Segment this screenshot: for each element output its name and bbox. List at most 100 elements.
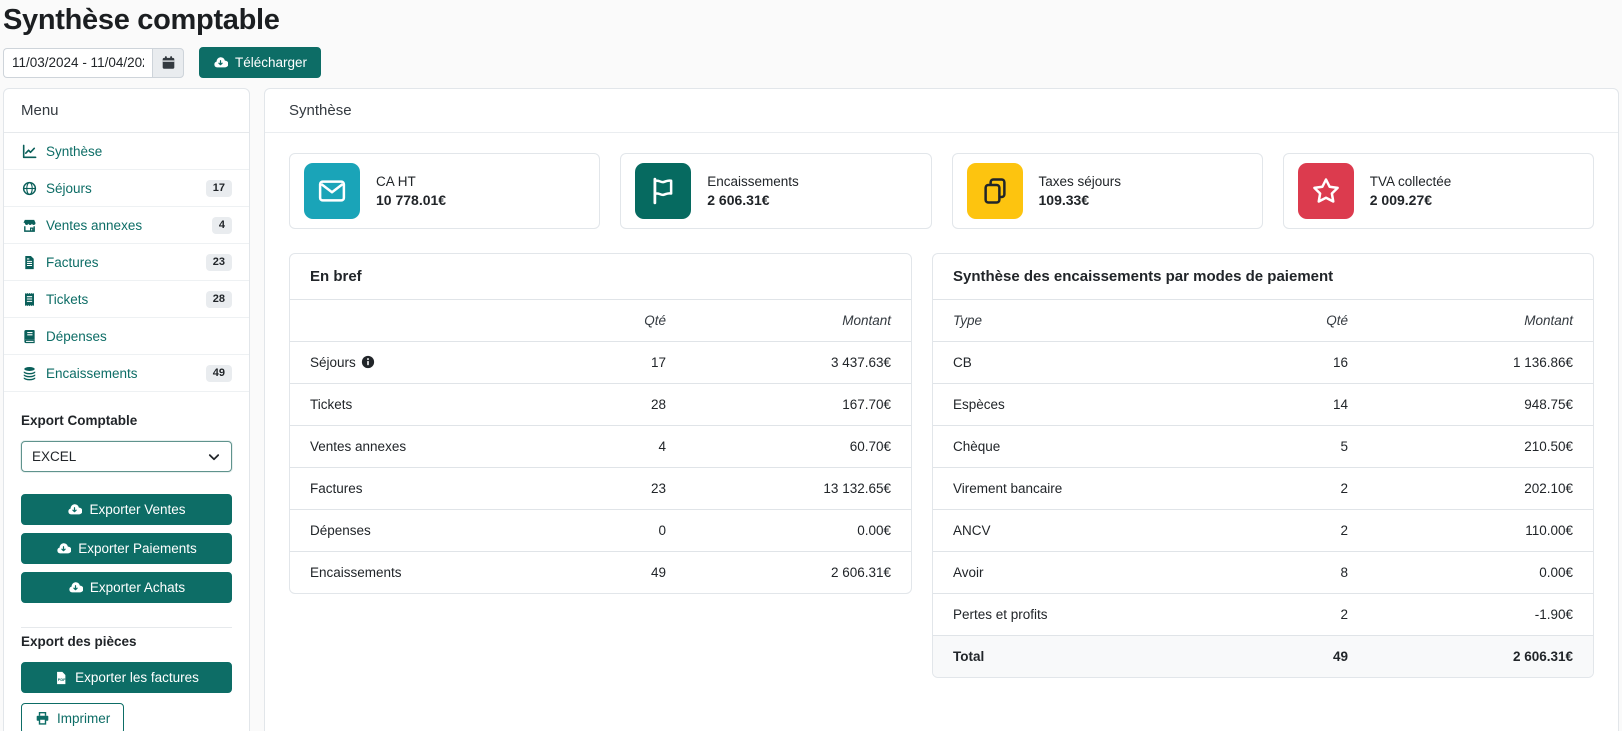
row-qty: 49 xyxy=(1198,636,1368,678)
row-amount: 167.70€ xyxy=(686,384,911,426)
row-label: Espèces xyxy=(933,384,1198,426)
export-button[interactable]: Exporter Paiements xyxy=(21,533,232,564)
chevron-down-icon xyxy=(207,450,221,464)
row-qty: 8 xyxy=(1198,552,1368,594)
row-label: Factures xyxy=(310,481,363,496)
table-row: Pertes et profits 2 -1.90€ xyxy=(933,594,1593,636)
sidebar-menu-item[interactable]: Dépenses xyxy=(4,318,249,355)
book-icon xyxy=(21,329,37,344)
row-amount: -1.90€ xyxy=(1368,594,1593,636)
copy-icon xyxy=(967,163,1023,219)
row-amount: 202.10€ xyxy=(1368,468,1593,510)
count-badge: 23 xyxy=(206,254,232,271)
row-amount: 3 437.63€ xyxy=(686,342,911,384)
sidebar-menu-item[interactable]: Ventes annexes 4 xyxy=(4,207,249,244)
row-label: Virement bancaire xyxy=(933,468,1198,510)
page-title: Synthèse comptable xyxy=(3,4,1619,37)
col-montant: Montant xyxy=(1368,300,1593,342)
sidebar-item-label: Encaissements xyxy=(46,366,138,381)
col-qty: Qté xyxy=(516,300,686,342)
row-amount: 0.00€ xyxy=(686,510,911,552)
stat-card-label: CA HT xyxy=(376,174,446,189)
count-badge: 28 xyxy=(206,291,232,308)
en-bref-table: Qté Montant Séjours 17 3 437.63€ xyxy=(290,299,911,593)
sidebar: Menu Synthèse Séjours 17 Ventes annexes … xyxy=(3,88,250,731)
calendar-icon xyxy=(161,55,176,70)
row-amount: 2 606.31€ xyxy=(686,552,911,594)
info-icon[interactable] xyxy=(361,355,375,369)
export-pieces-heading: Export des pièces xyxy=(21,634,232,649)
stat-card-value: 2 606.31€ xyxy=(707,192,799,208)
row-label: Pertes et profits xyxy=(933,594,1198,636)
row-qty: 2 xyxy=(1198,510,1368,552)
row-label: CB xyxy=(933,342,1198,384)
store-icon xyxy=(21,218,37,233)
stat-card-label: Taxes séjours xyxy=(1039,174,1122,189)
row-label: Séjours xyxy=(310,355,356,370)
star-icon xyxy=(1298,163,1354,219)
stat-card-value: 109.33€ xyxy=(1039,192,1122,208)
table-row: ANCV 2 110.00€ xyxy=(933,510,1593,552)
flag-icon xyxy=(635,163,691,219)
row-amount: 60.70€ xyxy=(686,426,911,468)
chart-line-icon xyxy=(21,144,37,159)
table-row: Tickets 28 167.70€ xyxy=(290,384,911,426)
row-label: Ventes annexes xyxy=(310,439,406,454)
table-row: Factures 23 13 132.65€ xyxy=(290,468,911,510)
row-amount: 210.50€ xyxy=(1368,426,1593,468)
stat-card-value: 2 009.27€ xyxy=(1370,192,1452,208)
sidebar-item-label: Séjours xyxy=(46,181,92,196)
stat-card: CA HT 10 778.01€ xyxy=(289,153,600,229)
cloud-download-icon xyxy=(68,580,83,595)
payments-title: Synthèse des encaissements par modes de … xyxy=(933,254,1593,299)
page-head: Synthèse comptable xyxy=(0,0,1622,37)
row-qty: 5 xyxy=(1198,426,1368,468)
print-button-label: Imprimer xyxy=(57,711,110,726)
toolbar: Télécharger xyxy=(0,47,1622,78)
table-row: Espèces 14 948.75€ xyxy=(933,384,1593,426)
export-button[interactable]: Exporter Ventes xyxy=(21,494,232,525)
export-format-value: EXCEL xyxy=(32,449,76,464)
row-amount: 110.00€ xyxy=(1368,510,1593,552)
row-qty: 2 xyxy=(1198,468,1368,510)
row-qty: 28 xyxy=(516,384,686,426)
table-row: Dépenses 0 0.00€ xyxy=(290,510,911,552)
print-button[interactable]: Imprimer xyxy=(21,703,124,731)
stat-card: TVA collectée 2 009.27€ xyxy=(1283,153,1594,229)
col-type: Type xyxy=(933,300,1198,342)
col-montant: Montant xyxy=(686,300,911,342)
payments-table-card: Synthèse des encaissements par modes de … xyxy=(932,253,1594,678)
row-qty: 14 xyxy=(1198,384,1368,426)
row-qty: 23 xyxy=(516,468,686,510)
sidebar-item-label: Dépenses xyxy=(46,329,107,344)
sidebar-menu-item[interactable]: Factures 23 xyxy=(4,244,249,281)
export-format-select[interactable]: EXCEL xyxy=(21,441,232,472)
export-invoices-label: Exporter les factures xyxy=(75,670,199,685)
export-button[interactable]: Exporter Achats xyxy=(21,572,232,603)
table-row: Avoir 8 0.00€ xyxy=(933,552,1593,594)
export-invoices-button[interactable]: PDF Exporter les factures xyxy=(21,662,232,693)
sidebar-menu-header: Menu xyxy=(4,89,249,133)
sidebar-menu-item[interactable]: Séjours 17 xyxy=(4,170,249,207)
date-range-input[interactable] xyxy=(3,48,152,78)
row-label: Tickets xyxy=(310,397,352,412)
stat-card: Encaissements 2 606.31€ xyxy=(620,153,931,229)
row-label: Chèque xyxy=(933,426,1198,468)
app: Synthèse comptable Télécharger Menu xyxy=(0,0,1622,731)
row-label: Encaissements xyxy=(310,565,402,580)
main-panel-title: Synthèse xyxy=(265,89,1618,133)
row-label: Avoir xyxy=(933,552,1198,594)
sidebar-menu-item[interactable]: Tickets 28 xyxy=(4,281,249,318)
row-qty: 4 xyxy=(516,426,686,468)
row-label: Total xyxy=(933,636,1198,678)
sidebar-menu-item[interactable]: Encaissements 49 xyxy=(4,355,249,392)
count-badge: 4 xyxy=(212,217,232,234)
table-row: Virement bancaire 2 202.10€ xyxy=(933,468,1593,510)
sidebar-menu-item[interactable]: Synthèse xyxy=(4,133,249,170)
table-header-row: Type Qté Montant xyxy=(933,300,1593,342)
sidebar-divider xyxy=(21,627,232,628)
export-button-label: Exporter Paiements xyxy=(78,541,197,556)
calendar-button[interactable] xyxy=(152,48,184,78)
download-button[interactable]: Télécharger xyxy=(199,47,321,78)
sidebar-item-label: Synthèse xyxy=(46,144,102,159)
